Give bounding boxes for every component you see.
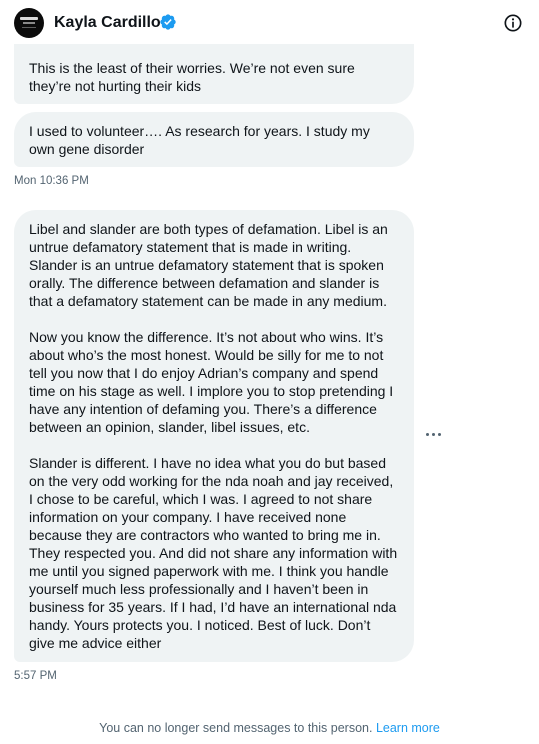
conversation-footer: You can no longer send messages to this … <box>0 720 539 736</box>
avatar-logo-bar <box>22 27 36 28</box>
footer-notice: You can no longer send messages to this … <box>99 721 373 735</box>
message-bubble[interactable]: Libel and slander are both types of defa… <box>14 210 414 662</box>
avatar-logo-bar <box>23 22 35 24</box>
message-bubble[interactable]: This is the least of their worries. We’r… <box>14 44 414 104</box>
more-dot <box>426 433 429 436</box>
more-dot <box>438 433 441 436</box>
verified-badge-icon <box>160 14 176 30</box>
message-timestamp: Mon 10:36 PM <box>14 175 89 187</box>
avatar-logo-bar <box>20 17 38 20</box>
more-dot <box>432 433 435 436</box>
message-timestamp: 5:57 PM <box>14 670 57 682</box>
conversation-name[interactable]: Kayla Cardillo <box>54 13 161 33</box>
conversation-header: Kayla Cardillo <box>0 0 539 46</box>
info-icon[interactable] <box>503 13 523 33</box>
more-horizontal-icon[interactable] <box>424 428 444 442</box>
learn-more-link[interactable]: Learn more <box>376 721 440 735</box>
message-bubble[interactable]: I used to volunteer…. As research for ye… <box>14 112 414 167</box>
avatar[interactable] <box>14 8 44 38</box>
